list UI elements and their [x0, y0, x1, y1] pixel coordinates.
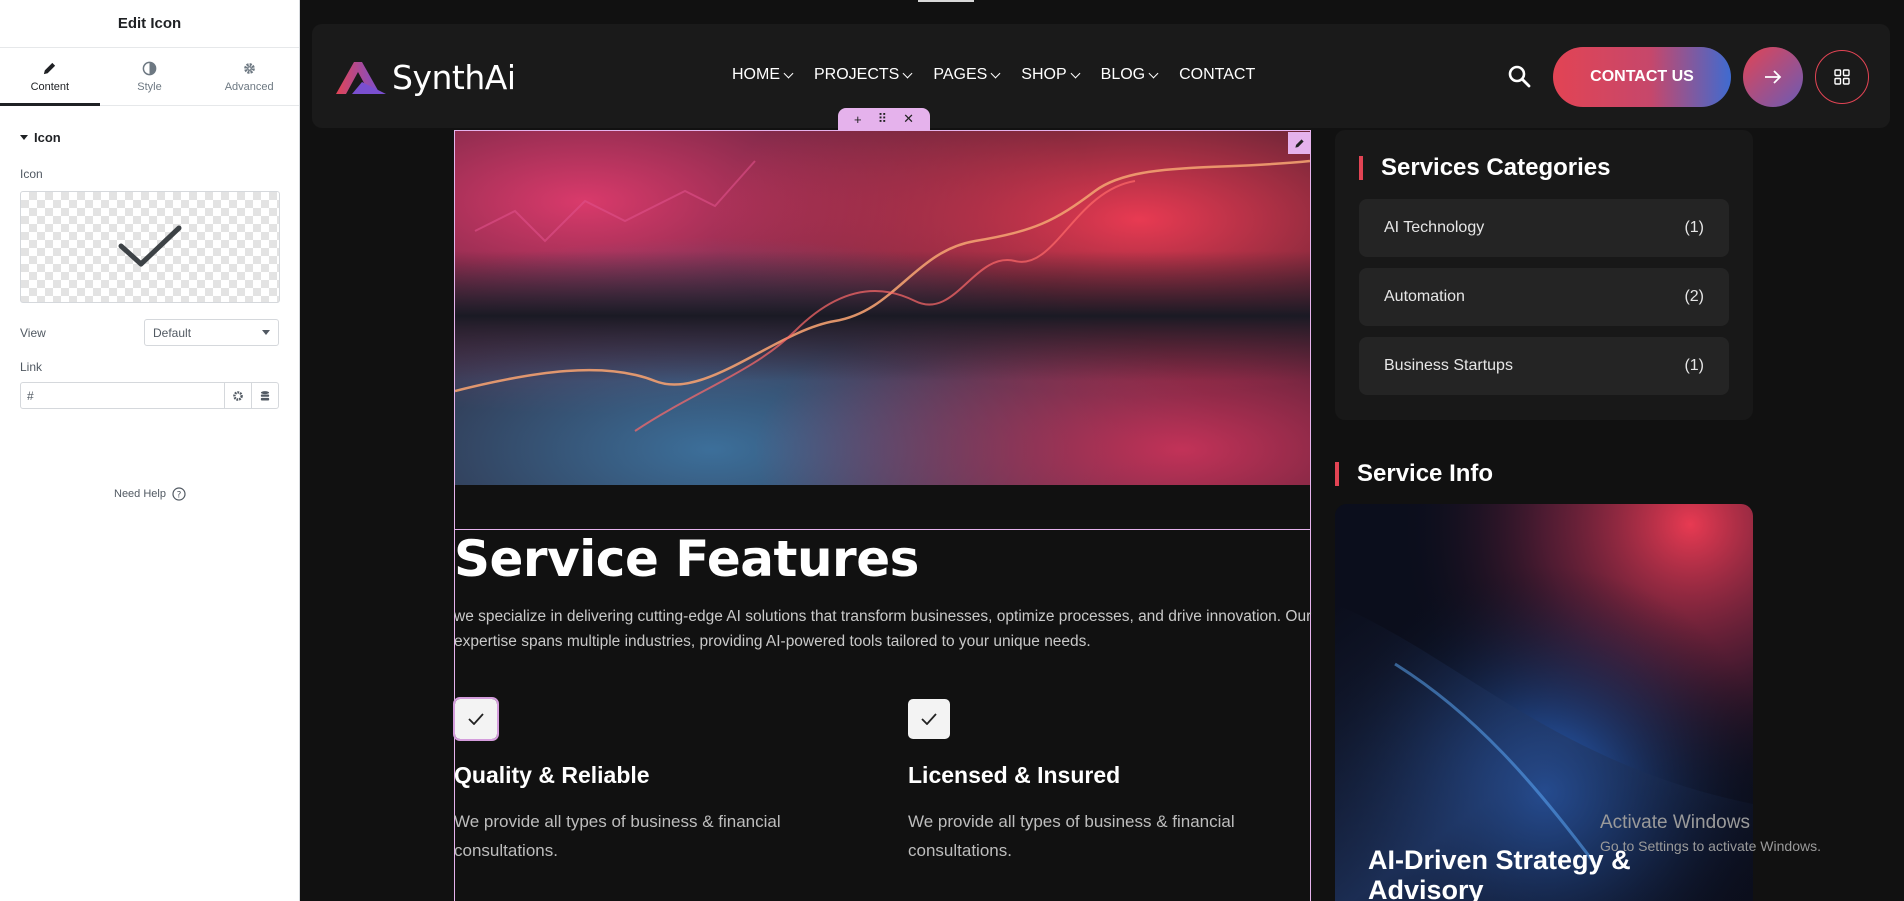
contrast-icon	[142, 61, 157, 75]
view-label: View	[20, 325, 46, 340]
site-header: SynthAi HOME PROJECTS PAGES SHOP BLOG CO…	[312, 24, 1890, 128]
tab-content[interactable]: Content	[0, 48, 100, 106]
tab-advanced-label: Advanced	[224, 80, 274, 93]
checkmark-icon	[468, 713, 484, 725]
category-name: Business Startups	[1384, 357, 1513, 374]
search-icon	[1508, 65, 1531, 88]
logo-text: SynthAi	[392, 58, 516, 97]
activation-watermark: Activate Windows Go to Settings to activ…	[1600, 812, 1821, 854]
tab-content-label: Content	[30, 80, 70, 93]
nav-contact-label: CONTACT	[1179, 66, 1256, 83]
grid-icon	[1834, 69, 1850, 85]
feature-description: We provide all types of business & finan…	[454, 812, 781, 860]
pencil-icon	[1294, 138, 1304, 148]
need-help-label: Need Help	[114, 488, 166, 500]
chevron-down-icon	[262, 330, 270, 335]
nav-home-label: HOME	[732, 66, 780, 83]
feature-title: Licensed & Insured	[908, 762, 1121, 788]
feature-icon-box[interactable]	[908, 699, 950, 739]
contact-us-label: CONTACT US	[1590, 68, 1694, 85]
drag-handle-icon[interactable]: ⠿	[878, 111, 888, 127]
caret-down-icon	[20, 135, 28, 140]
section-toggle-icon[interactable]: Icon	[0, 130, 299, 145]
panel-title: Edit Icon	[0, 0, 299, 48]
category-name: Automation	[1384, 288, 1465, 305]
category-count: (1)	[1684, 219, 1704, 236]
pencil-icon	[44, 62, 56, 74]
panel-tabs: Content Style Advanced	[0, 48, 299, 106]
nav-projects[interactable]: PROJECTS	[814, 66, 913, 84]
nav-projects-label: PROJECTS	[814, 66, 900, 83]
view-control: View Default	[0, 319, 299, 346]
feature-title: Quality & Reliable	[454, 762, 650, 788]
link-options-button[interactable]	[224, 383, 251, 408]
chevron-down-icon	[783, 68, 794, 78]
menu-grid-button[interactable]	[1815, 50, 1869, 104]
page-title: Service Features	[454, 530, 919, 588]
need-help-link[interactable]: Need Help ?	[0, 487, 300, 501]
watermark-line2: Go to Settings to activate Windows.	[1600, 838, 1821, 854]
chevron-down-icon	[990, 68, 1001, 78]
database-icon	[260, 390, 270, 400]
main-nav: HOME PROJECTS PAGES SHOP BLOG CONTACT	[732, 66, 1255, 84]
link-label: Link	[20, 360, 43, 374]
checkmark-icon	[921, 713, 937, 725]
close-icon[interactable]: ✕	[903, 111, 914, 127]
tab-advanced[interactable]: Advanced	[199, 48, 299, 105]
nav-shop-label: SHOP	[1021, 66, 1067, 83]
view-select-value: Default	[153, 325, 192, 340]
add-section-icon[interactable]: +	[854, 112, 862, 127]
section-title: Icon	[34, 130, 61, 145]
categories-widget: Services Categories AI Technology (1) Au…	[1335, 130, 1753, 420]
categories-title: Services Categories	[1359, 154, 1610, 182]
edit-widget-button[interactable]	[1288, 132, 1310, 154]
link-control	[20, 382, 279, 409]
watermark-line1: Activate Windows	[1600, 812, 1750, 833]
nav-home[interactable]: HOME	[732, 66, 794, 84]
chevron-down-icon	[902, 68, 913, 78]
gear-icon	[243, 62, 255, 74]
svg-text:?: ?	[177, 490, 182, 500]
dynamic-tags-button[interactable]	[251, 383, 278, 408]
search-button[interactable]	[1507, 64, 1531, 93]
tab-style[interactable]: Style	[100, 48, 200, 105]
top-indicator	[918, 0, 974, 2]
category-count: (1)	[1684, 357, 1704, 374]
help-icon: ?	[172, 487, 186, 501]
category-count: (2)	[1684, 288, 1704, 305]
logo-icon	[336, 61, 386, 94]
nav-blog-label: BLOG	[1100, 66, 1146, 83]
category-item[interactable]: AI Technology (1)	[1359, 199, 1729, 257]
checkmark-icon	[118, 225, 182, 267]
icon-picker[interactable]	[20, 191, 280, 303]
nav-shop[interactable]: SHOP	[1021, 66, 1081, 84]
category-item[interactable]: Automation (2)	[1359, 268, 1729, 326]
contact-us-button[interactable]: CONTACT US	[1553, 47, 1731, 107]
category-item[interactable]: Business Startups (1)	[1359, 337, 1729, 395]
nav-contact[interactable]: CONTACT	[1179, 66, 1255, 84]
chevron-down-icon	[1148, 68, 1159, 78]
section-handle: + ⠿ ✕	[838, 108, 930, 130]
gear-icon	[233, 390, 243, 401]
chevron-down-icon	[1070, 68, 1081, 78]
nav-pages-label: PAGES	[933, 66, 988, 83]
contact-arrow-button[interactable]	[1743, 47, 1803, 107]
link-input[interactable]	[21, 383, 224, 408]
selected-widget-outline	[454, 130, 1311, 530]
editor-panel: Edit Icon Content Style Advanced Icon Ic…	[0, 0, 300, 901]
arrow-right-icon	[1765, 70, 1782, 84]
feature-description: We provide all types of business & finan…	[908, 812, 1235, 860]
tab-style-label: Style	[137, 80, 162, 93]
category-name: AI Technology	[1384, 219, 1485, 236]
nav-pages[interactable]: PAGES	[933, 66, 1001, 84]
view-select[interactable]: Default	[144, 319, 279, 346]
icon-control-label: Icon	[20, 167, 43, 181]
nav-blog[interactable]: BLOG	[1100, 66, 1159, 84]
site-preview: SynthAi HOME PROJECTS PAGES SHOP BLOG CO…	[300, 0, 1904, 901]
service-info-title: Service Info	[1335, 460, 1493, 488]
feature-icon-box[interactable]	[453, 697, 499, 741]
site-logo[interactable]: SynthAi	[336, 58, 516, 97]
page-description: we specialize in delivering cutting-edge…	[454, 608, 1312, 650]
